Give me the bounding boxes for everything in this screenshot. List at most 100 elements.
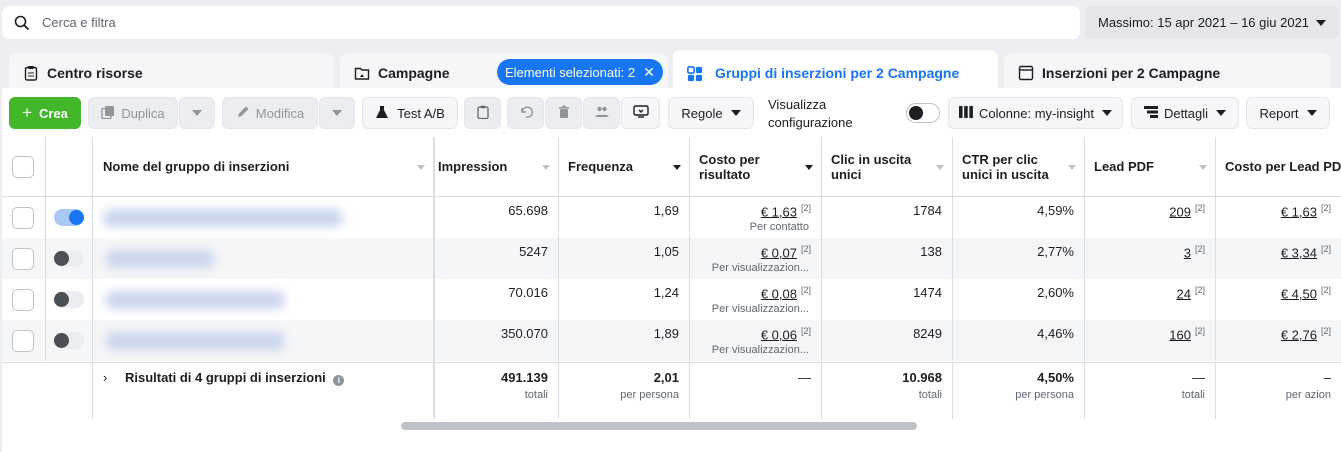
cpl-value[interactable]: € 2,76 — [1281, 327, 1317, 342]
cost-value[interactable]: € 1,63 — [761, 204, 797, 219]
preview-button[interactable] — [621, 97, 660, 129]
sort-icon[interactable] — [542, 165, 550, 170]
delivery-toggle[interactable] — [54, 250, 84, 267]
cpl-value[interactable]: € 4,50 — [1281, 286, 1317, 301]
row-checkbox[interactable] — [12, 289, 34, 311]
sort-icon[interactable] — [673, 165, 681, 170]
undo-button[interactable] — [507, 97, 544, 129]
audience-button[interactable] — [583, 97, 620, 129]
edit-button[interactable]: Modifica — [222, 97, 318, 129]
duplicate-button[interactable]: Duplica — [88, 97, 178, 129]
chevron-down-icon — [1216, 110, 1227, 116]
report-label: Report — [1259, 105, 1299, 121]
totals-sub: totali — [918, 389, 942, 401]
delete-button[interactable] — [545, 97, 582, 129]
cell-name[interactable] — [93, 197, 434, 238]
sort-icon[interactable] — [936, 165, 944, 170]
ab-test-button[interactable]: Test A/B — [362, 97, 458, 129]
header-label: CTR per clic unici in uscita — [962, 151, 1049, 182]
totals-sub: per persona — [1015, 389, 1074, 401]
table-row[interactable]: 65.698 1,69 € 1,63 [2] Per contatto 1784 4… — [2, 197, 1341, 238]
cell-name[interactable] — [93, 238, 434, 279]
columns-label: Colonne: my-insight — [979, 105, 1094, 121]
cell-name[interactable] — [93, 279, 434, 320]
totals-label-cell: › Risultati di 4 gruppi di inserzioni i — [93, 363, 434, 419]
totals-sub: totali — [524, 389, 548, 401]
toggle-knob — [54, 292, 69, 307]
copy-icon — [101, 105, 115, 122]
lead-value[interactable]: 24 — [1177, 286, 1191, 301]
row-checkbox[interactable] — [12, 207, 34, 229]
breakdown-dropdown[interactable]: Dettagli — [1131, 97, 1239, 129]
sort-icon[interactable] — [1199, 165, 1207, 170]
info-icon[interactable]: i — [333, 375, 345, 386]
search-input[interactable]: Cerca e filtra — [42, 15, 116, 30]
header-frequency[interactable]: Frequenza — [559, 137, 690, 197]
table-row[interactable]: 70.016 1,24 € 0,08 [2] Per visualizzazion.… — [2, 279, 1341, 320]
search-bar[interactable]: Cerca e filtra — [2, 6, 1080, 39]
frozen-column-divider[interactable] — [433, 137, 435, 418]
table-row[interactable]: 350.070 1,89 € 0,06 [2] Per visualizzazion… — [2, 320, 1341, 361]
date-range-picker[interactable]: Massimo: 15 apr 2021 – 16 giu 2021 — [1085, 6, 1338, 39]
totals-value: 2,01 — [653, 370, 679, 385]
header-unique-outbound-clicks[interactable]: Clic in uscita unici — [822, 137, 953, 197]
redacted-name — [103, 209, 343, 227]
columns-dropdown[interactable]: Colonne: my-insight — [948, 97, 1123, 129]
cell-cpl: € 3,34 [2] — [1216, 238, 1341, 279]
toggle-knob — [909, 106, 923, 120]
undo-icon — [519, 105, 533, 122]
sort-icon[interactable] — [417, 165, 425, 170]
lead-value[interactable]: 3 — [1184, 245, 1191, 260]
header-cost-per-result[interactable]: Costo per risultato — [690, 137, 822, 197]
delivery-toggle[interactable] — [54, 332, 84, 349]
table-row[interactable]: 5247 1,05 € 0,07 [2] Per visualizzazion...… — [2, 238, 1341, 279]
header-ctr[interactable]: CTR per clic unici in uscita — [953, 137, 1085, 197]
totals-spacer — [2, 363, 93, 419]
select-all-checkbox[interactable] — [12, 156, 34, 178]
cost-value[interactable]: € 0,08 — [761, 286, 797, 301]
duplicate-dropdown[interactable] — [179, 97, 215, 129]
footnote: [2] — [1320, 326, 1331, 336]
header-select — [2, 137, 46, 197]
view-config-toggle[interactable] — [906, 103, 940, 123]
horizontal-scrollbar[interactable] — [401, 422, 917, 430]
tab-ads[interactable]: Inserzioni per 2 Campagne — [1004, 53, 1330, 93]
cost-value[interactable]: € 0,06 — [761, 327, 797, 342]
totals-clicks: 10.968 totali — [822, 363, 953, 419]
footnote: [2] — [1320, 285, 1331, 295]
cell-impressions: 5247 — [434, 238, 559, 279]
tab-resource-center[interactable]: Centro risorse — [9, 53, 334, 93]
cpl-value[interactable]: € 1,63 — [1281, 204, 1317, 219]
header-cost-per-lead[interactable]: Costo per Lead PDF — [1216, 137, 1341, 197]
header-name[interactable]: Nome del gruppo di inserzioni — [93, 137, 434, 197]
cell-name[interactable] — [93, 320, 434, 361]
lead-value[interactable]: 160 — [1169, 327, 1191, 342]
header-label: Frequenza — [568, 159, 634, 174]
chevron-right-icon[interactable]: › — [103, 370, 107, 385]
totals-ctr: 4,50% per persona — [953, 363, 1085, 419]
delivery-toggle[interactable] — [54, 209, 84, 226]
delivery-toggle[interactable] — [54, 291, 84, 308]
chevron-down-icon — [1306, 110, 1317, 116]
report-dropdown[interactable]: Report — [1246, 97, 1330, 129]
edit-dropdown[interactable] — [319, 97, 355, 129]
footnote: [2] — [1320, 203, 1331, 213]
row-checkbox[interactable] — [12, 330, 34, 352]
close-icon[interactable]: ✕ — [643, 64, 655, 81]
selected-items-pill[interactable]: Elementi selezionati: 2 ✕ — [497, 59, 663, 85]
cost-value[interactable]: € 0,07 — [761, 245, 797, 260]
rules-dropdown[interactable]: Regole — [668, 97, 754, 129]
ab-test-label: Test A/B — [397, 105, 445, 121]
cell-select — [2, 197, 46, 238]
header-impressions[interactable]: Impression — [434, 137, 559, 197]
cell-impressions: 70.016 — [434, 279, 559, 320]
redacted-name — [105, 250, 215, 268]
create-button[interactable]: + Crea — [9, 97, 81, 129]
sort-icon[interactable] — [805, 165, 813, 170]
sort-icon[interactable] — [1068, 165, 1076, 170]
report-clipboard-button[interactable] — [464, 97, 501, 129]
cpl-value[interactable]: € 3,34 — [1281, 245, 1317, 260]
header-lead-pdf[interactable]: Lead PDF — [1085, 137, 1216, 197]
lead-value[interactable]: 209 — [1169, 204, 1191, 219]
row-checkbox[interactable] — [12, 248, 34, 270]
